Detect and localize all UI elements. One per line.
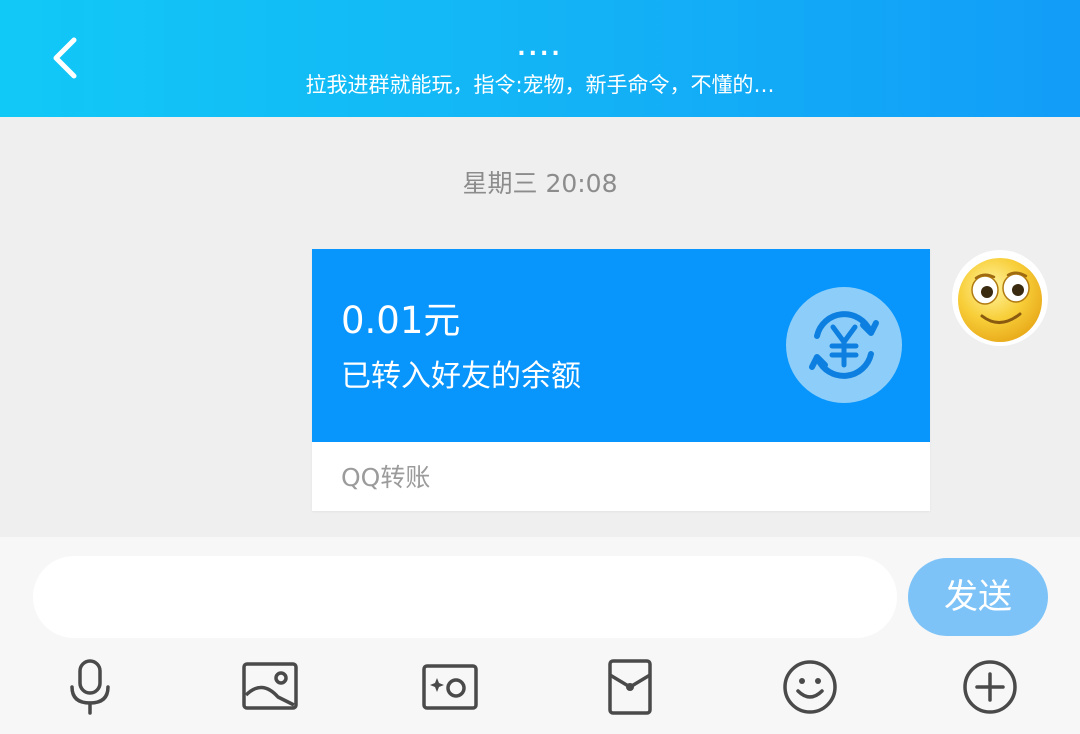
- yen-transfer-icon: [786, 287, 902, 403]
- transfer-card-footer: QQ转账: [341, 463, 431, 492]
- chat-header: .... 拉我进群就能玩，指令:宠物，新手命令，不懂的…: [0, 0, 1080, 117]
- camera-button[interactable]: [420, 657, 480, 717]
- transfer-description: 已转入好友的余额: [341, 359, 581, 394]
- voice-button[interactable]: [60, 657, 120, 717]
- send-button[interactable]: 发送: [908, 558, 1048, 636]
- message-input[interactable]: [33, 556, 897, 638]
- smiley-avatar-icon: [958, 258, 1042, 342]
- message-timestamp: 星期三 20:08: [462, 169, 618, 198]
- avatar[interactable]: [952, 250, 1048, 346]
- chat-title[interactable]: ....: [0, 38, 1080, 60]
- image-button[interactable]: [240, 657, 300, 717]
- mic-icon: [70, 659, 110, 715]
- transfer-card-header: 0.01元 已转入好友的余额: [312, 249, 930, 442]
- red-packet-icon: [608, 659, 652, 715]
- image-icon: [242, 662, 298, 710]
- transfer-amount: 0.01元: [341, 299, 461, 342]
- emoji-button[interactable]: [780, 657, 840, 717]
- more-button[interactable]: [960, 657, 1020, 717]
- input-bar: 发送: [0, 537, 1080, 734]
- camera-icon: [422, 664, 478, 710]
- red-packet-button[interactable]: [600, 657, 660, 717]
- chat-screen: .... 拉我进群就能玩，指令:宠物，新手命令，不懂的… 星期三 20:08 0…: [0, 0, 1080, 734]
- transfer-message-card[interactable]: 0.01元 已转入好友的余额 QQ转账: [312, 249, 930, 511]
- chat-subtitle: 拉我进群就能玩，指令:宠物，新手命令，不懂的…: [305, 73, 775, 97]
- emoji-icon: [783, 660, 837, 714]
- plus-icon: [963, 660, 1017, 714]
